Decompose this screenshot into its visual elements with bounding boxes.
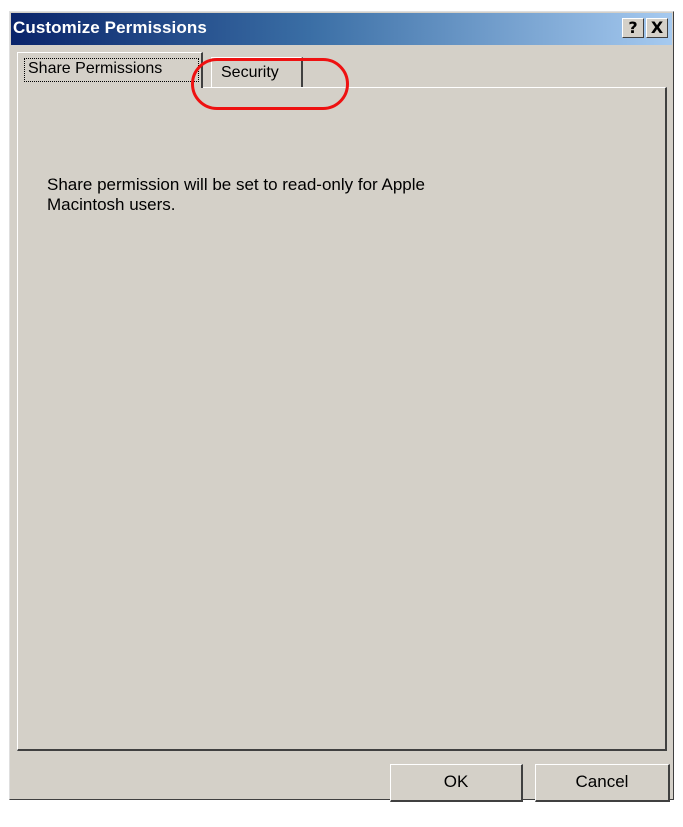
tab-security[interactable]: Security: [211, 57, 303, 87]
title-bar[interactable]: Customize Permissions ? X: [11, 13, 672, 45]
help-icon[interactable]: ?: [622, 18, 644, 38]
tab-share-permissions[interactable]: Share Permissions: [17, 52, 203, 88]
cancel-button[interactable]: Cancel: [535, 764, 670, 802]
tab-share-permissions-label: Share Permissions: [28, 60, 163, 77]
close-icon[interactable]: X: [646, 18, 668, 38]
tab-security-label: Security: [221, 64, 279, 81]
share-permission-message: Share permission will be set to read-onl…: [47, 175, 425, 214]
window-title: Customize Permissions: [13, 18, 207, 37]
ok-button[interactable]: OK: [390, 764, 523, 802]
